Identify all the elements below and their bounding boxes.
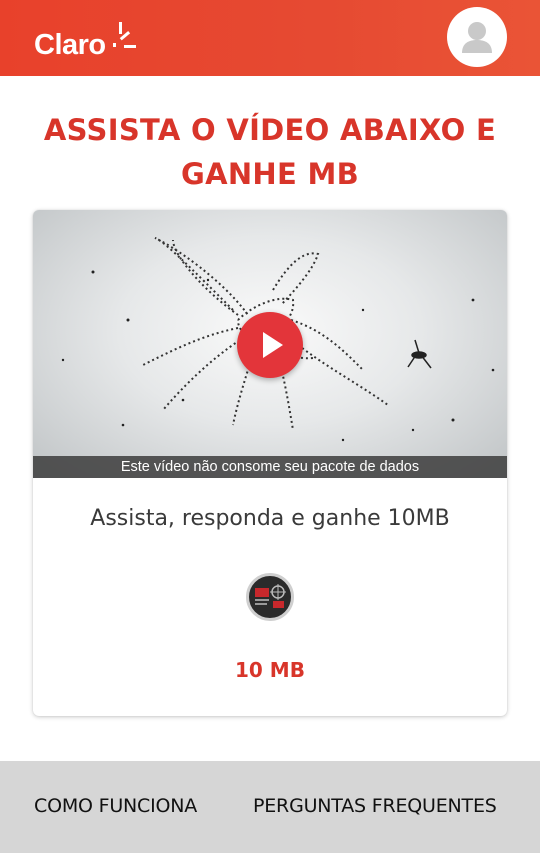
- offer-description: Assista, responda e ganhe 10MB: [90, 506, 450, 531]
- title-line-2: GANHE MB: [180, 157, 360, 191]
- profile-button[interactable]: [447, 7, 507, 67]
- page-title: ASSISTA O VÍDEO ABAIXO E GANHE MB: [20, 108, 520, 196]
- app-header: Claro: [0, 0, 540, 76]
- campaign-badge-icon: [255, 584, 286, 608]
- reward-amount: 10 MB: [235, 658, 305, 682]
- faq-link[interactable]: PERGUNTAS FREQUENTES: [253, 795, 497, 817]
- claro-sun-rays-icon: [112, 22, 136, 48]
- video-caption: Este vídeo não consome seu pacote de dad…: [33, 456, 507, 478]
- title-line-1: ASSISTA O VÍDEO ABAIXO E: [43, 113, 497, 147]
- video-player[interactable]: Este vídeo não consome seu pacote de dad…: [33, 210, 507, 478]
- claro-logo[interactable]: Claro: [34, 20, 137, 60]
- campaign-badge: [246, 573, 294, 621]
- how-it-works-link[interactable]: COMO FUNCIONA: [34, 795, 197, 817]
- video-offer-card: Este vídeo não consome seu pacote de dad…: [33, 210, 507, 716]
- footer-nav: COMO FUNCIONA PERGUNTAS FREQUENTES: [0, 761, 540, 853]
- play-icon: [263, 332, 283, 358]
- logo-text: Claro: [34, 29, 106, 61]
- play-button[interactable]: [237, 312, 303, 378]
- user-avatar-icon: [462, 22, 492, 53]
